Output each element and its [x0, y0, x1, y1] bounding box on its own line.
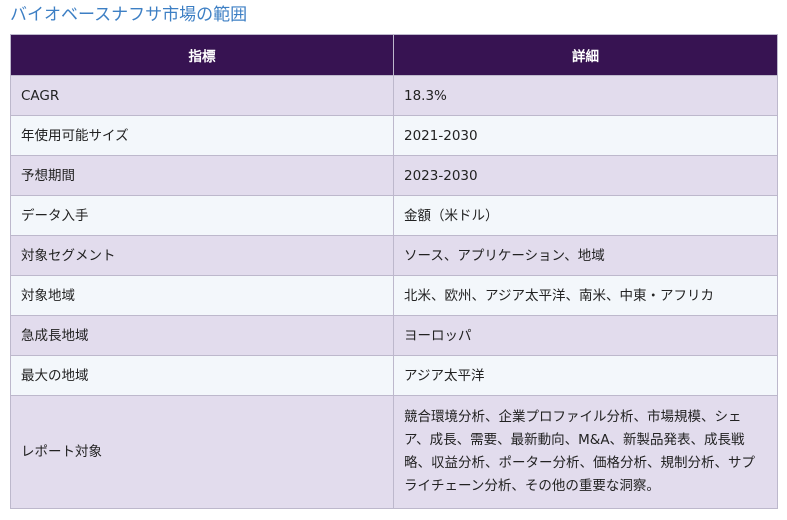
table-row: 最大の地域 アジア太平洋	[10, 355, 778, 396]
detail-cell: 2023-2030	[393, 155, 778, 196]
detail-cell: アジア太平洋	[393, 355, 778, 396]
metric-cell: 急成長地域	[10, 315, 394, 356]
table-row: データ入手 金額（米ドル）	[10, 195, 778, 236]
metric-cell: 対象セグメント	[10, 235, 394, 276]
header-detail: 詳細	[393, 34, 778, 76]
metric-cell: 対象地域	[10, 275, 394, 316]
header-metric: 指標	[10, 34, 394, 76]
table-header-row: 指標 詳細	[10, 34, 778, 76]
detail-cell: ヨーロッパ	[393, 315, 778, 356]
detail-cell: 18.3%	[393, 75, 778, 116]
detail-cell: 2021-2030	[393, 115, 778, 156]
metric-cell: 年使用可能サイズ	[10, 115, 394, 156]
table-row: 年使用可能サイズ 2021-2030	[10, 115, 778, 156]
table-row: CAGR 18.3%	[10, 75, 778, 116]
detail-cell: 北米、欧州、アジア太平洋、南米、中東・アフリカ	[393, 275, 778, 316]
metric-cell: データ入手	[10, 195, 394, 236]
detail-cell: ソース、アプリケーション、地域	[393, 235, 778, 276]
table-row: 急成長地域 ヨーロッパ	[10, 315, 778, 356]
metric-cell: 予想期間	[10, 155, 394, 196]
table-row: 対象セグメント ソース、アプリケーション、地域	[10, 235, 778, 276]
market-scope-table: 指標 詳細 CAGR 18.3% 年使用可能サイズ 2021-2030 予想期間…	[10, 34, 778, 509]
metric-cell: 最大の地域	[10, 355, 394, 396]
metric-cell: レポート対象	[10, 395, 394, 509]
table-row: 対象地域 北米、欧州、アジア太平洋、南米、中東・アフリカ	[10, 275, 778, 316]
detail-cell: 競合環境分析、企業プロファイル分析、市場規模、シェア、成長、需要、最新動向、M&…	[393, 395, 778, 509]
table-row: レポート対象 競合環境分析、企業プロファイル分析、市場規模、シェア、成長、需要、…	[10, 395, 778, 509]
detail-cell: 金額（米ドル）	[393, 195, 778, 236]
page-title: バイオベースナフサ市場の範囲	[10, 5, 248, 25]
metric-cell: CAGR	[10, 75, 394, 116]
table-row: 予想期間 2023-2030	[10, 155, 778, 196]
